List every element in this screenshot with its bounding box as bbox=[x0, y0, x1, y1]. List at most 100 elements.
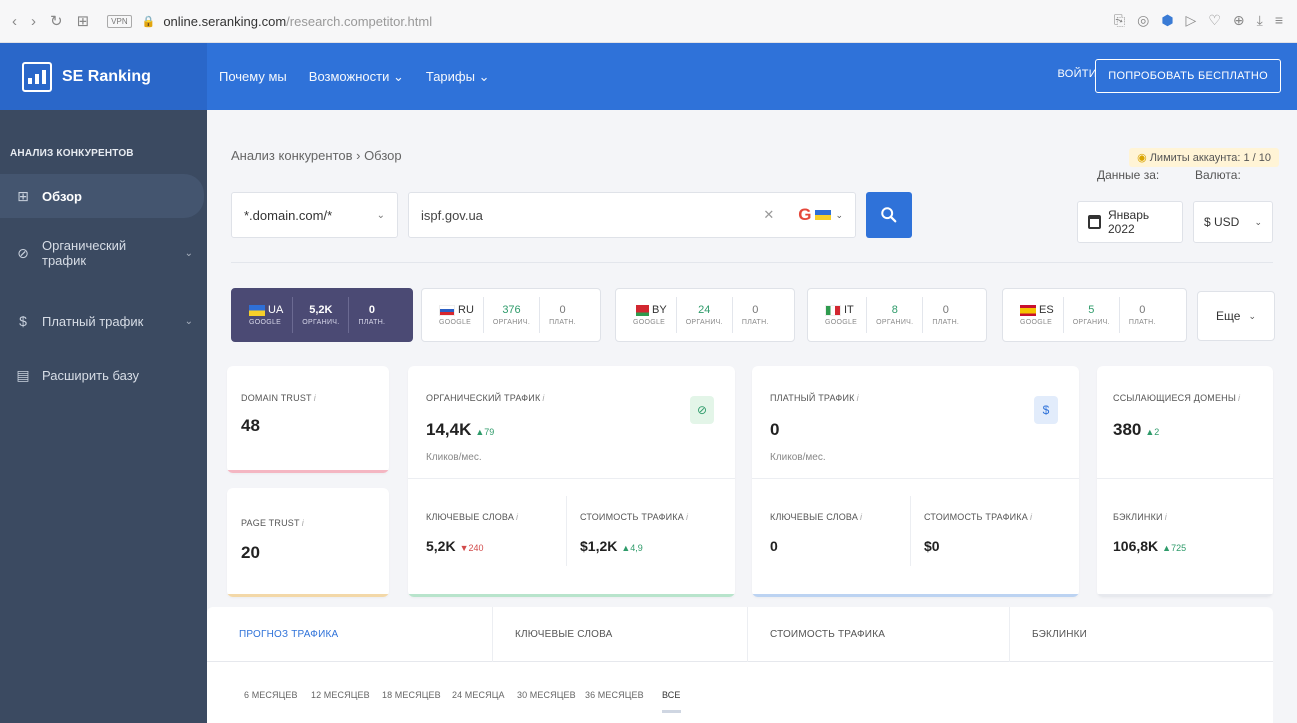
paid-cost-label: СТОИМОСТЬ ТРАФИКА i bbox=[924, 512, 1033, 522]
period-24m[interactable]: 24 МЕСЯЦА bbox=[452, 690, 505, 700]
country-code: RU bbox=[458, 304, 474, 316]
date-picker[interactable]: Январь 2022 bbox=[1077, 201, 1183, 243]
country-code: UA bbox=[268, 304, 284, 316]
page-trust-card: PAGE TRUST i 20 bbox=[227, 488, 389, 597]
tab-backlinks[interactable]: БЭКЛИНКИ bbox=[1010, 607, 1273, 662]
play-icon[interactable]: ▷ bbox=[1186, 12, 1197, 29]
card-accent-bar bbox=[227, 594, 389, 597]
box-icon[interactable]: ⊕ bbox=[1233, 12, 1245, 29]
account-limits-badge[interactable]: ◉ Лимиты аккаунта: 1 / 10 bbox=[1129, 148, 1279, 167]
organic-keywords-value: 5,2K ▼240 bbox=[426, 538, 484, 554]
chevron-down-icon: ⌄ bbox=[835, 209, 843, 220]
vpn-badge[interactable]: VPN bbox=[107, 14, 132, 28]
top-nav: SE Ranking Почему мы Возможности ⌄ Тариф… bbox=[0, 43, 1297, 110]
calendar-icon bbox=[1088, 215, 1101, 229]
paid-label: ПЛАТН. bbox=[549, 319, 576, 326]
country-code: ES bbox=[1039, 304, 1054, 316]
organic-label: ОРГАНИЧ. bbox=[492, 319, 531, 326]
country-tab-es[interactable]: ES GOOGLE 5 ОРГАНИЧ. 0 ПЛАТН. bbox=[1002, 288, 1187, 342]
forward-icon[interactable]: › bbox=[31, 14, 36, 29]
country-tab-it[interactable]: IT GOOGLE 8 ОРГАНИЧ. 0 ПЛАТН. bbox=[807, 288, 987, 342]
organic-count: 8 bbox=[891, 304, 898, 316]
divider bbox=[566, 496, 567, 566]
country-tab-ua[interactable]: UA GOOGLE 5,2K ОРГАНИЧ. 0 ПЛАТН. bbox=[231, 288, 413, 342]
currency-label: Валюта: bbox=[1195, 168, 1241, 182]
flag-ua-icon bbox=[815, 210, 832, 220]
divider bbox=[752, 478, 1079, 479]
address-bar[interactable]: online.seranking.com/research.competitor… bbox=[163, 14, 432, 29]
sidebar-item-paid[interactable]: $ Платный трафик ⌄ bbox=[0, 306, 207, 336]
download-icon[interactable]: ⤓ bbox=[1257, 12, 1263, 29]
engine-label: GOOGLE bbox=[439, 319, 472, 326]
currency-select[interactable]: $ USD ⌄ bbox=[1193, 201, 1273, 243]
organic-count: 5 bbox=[1088, 304, 1095, 316]
tabs-grid-icon[interactable]: ⊞ bbox=[77, 14, 90, 29]
sidebar-item-organic[interactable]: ⊘ Органический трафик ⌄ bbox=[0, 228, 207, 278]
period-18m[interactable]: 18 МЕСЯЦЕВ bbox=[382, 690, 441, 700]
bookmark-icon[interactable]: ⎘ bbox=[1114, 12, 1125, 29]
period-all[interactable]: ВСЕ bbox=[662, 690, 681, 713]
dollar-icon: $ bbox=[1034, 396, 1058, 424]
chart-tabs: ПРОГНОЗ ТРАФИКА КЛЮЧЕВЫЕ СЛОВА СТОИМОСТЬ… bbox=[207, 607, 1273, 662]
engine-label: GOOGLE bbox=[633, 319, 666, 326]
domain-search-field[interactable]: ✕ G ⌄ bbox=[408, 192, 856, 238]
country-tab-by[interactable]: BY GOOGLE 24 ОРГАНИЧ. 0 ПЛАТН. bbox=[615, 288, 795, 342]
organic-cost-label: СТОИМОСТЬ ТРАФИКА i bbox=[580, 512, 689, 522]
leaf-icon: ⊘ bbox=[690, 396, 714, 424]
scope-select[interactable]: *.domain.com/* ⌄ bbox=[231, 192, 398, 238]
domain-input[interactable] bbox=[421, 207, 721, 223]
reload-icon[interactable]: ↻ bbox=[50, 14, 63, 29]
sidebar: АНАЛИЗ КОНКУРЕНТОВ ⊞ Обзор ⊘ Органически… bbox=[0, 110, 207, 723]
period-6m[interactable]: 6 МЕСЯЦЕВ bbox=[244, 690, 298, 700]
search-button[interactable] bbox=[866, 192, 912, 238]
card-accent-bar bbox=[1097, 594, 1273, 597]
paid-count: 0 bbox=[559, 304, 566, 316]
more-countries-button[interactable]: Еще ⌄ bbox=[1197, 291, 1275, 341]
date-value: Январь 2022 bbox=[1108, 208, 1150, 236]
organic-label: ОРГАНИЧ. bbox=[876, 319, 914, 326]
back-icon[interactable]: ‹ bbox=[12, 14, 17, 29]
period-30m[interactable]: 30 МЕСЯЦЕВ bbox=[517, 690, 576, 700]
period-12m[interactable]: 12 МЕСЯЦЕВ bbox=[311, 690, 370, 700]
backlinks-label: БЭКЛИНКИ i bbox=[1113, 512, 1167, 522]
domain-trust-label: DOMAIN TRUST i bbox=[241, 393, 316, 403]
tab-keywords[interactable]: КЛЮЧЕВЫЕ СЛОВА bbox=[493, 607, 748, 662]
flag-es-icon bbox=[1020, 304, 1036, 316]
tab-traffic-forecast[interactable]: ПРОГНОЗ ТРАФИКА bbox=[207, 607, 493, 662]
period-36m[interactable]: 36 МЕСЯЦЕВ bbox=[585, 690, 644, 700]
page-trust-label: PAGE TRUST i bbox=[241, 518, 304, 528]
paid-count: 0 bbox=[752, 304, 759, 316]
organic-count: 24 bbox=[698, 304, 711, 316]
search-engine-select[interactable]: G ⌄ bbox=[788, 205, 843, 225]
menu-icon[interactable]: ≡ bbox=[1275, 12, 1283, 29]
brand-name: SE Ranking bbox=[62, 67, 151, 85]
chevron-down-icon: ⌄ bbox=[1248, 310, 1256, 321]
chevron-down-icon: ⌄ bbox=[376, 209, 385, 221]
tab-traffic-cost[interactable]: СТОИМОСТЬ ТРАФИКА bbox=[748, 607, 1010, 662]
sidebar-item-overview[interactable]: ⊞ Обзор bbox=[0, 174, 204, 218]
country-tab-ru[interactable]: RU GOOGLE 376 ОРГАНИЧ. 0 ПЛАТН. bbox=[421, 288, 601, 342]
shield-icon[interactable]: ⬢ bbox=[1161, 12, 1173, 29]
chevron-down-icon: ⌄ bbox=[184, 315, 193, 327]
organic-count: 376 bbox=[502, 304, 521, 316]
organic-traffic-card: ОРГАНИЧЕСКИЙ ТРАФИК i ⊘ 14,4K ▲79 Кликов/м… bbox=[408, 366, 735, 597]
referring-domains-card: ССЫЛАЮЩИЕСЯ ДОМЕНЫ i 380 ▲2 БЭКЛИНКИ i 106,… bbox=[1097, 366, 1273, 597]
camera-icon[interactable]: ◎ bbox=[1137, 12, 1149, 29]
sidebar-item-expand-db[interactable]: ▤ Расширить базу bbox=[0, 360, 207, 390]
breadcrumb[interactable]: Анализ конкурентов › Обзор bbox=[231, 148, 402, 163]
nav-pricing[interactable]: Тарифы ⌄ bbox=[426, 69, 490, 85]
heart-icon[interactable]: ♡ bbox=[1208, 12, 1221, 29]
engine-label: GOOGLE bbox=[249, 319, 282, 326]
brand-logo[interactable]: SE Ranking bbox=[0, 43, 207, 110]
login-link[interactable]: ВОЙТИ bbox=[1057, 68, 1097, 80]
url-host: online.seranking.com bbox=[163, 13, 287, 29]
nav-why-us[interactable]: Почему мы bbox=[219, 69, 287, 85]
paid-count: 0 bbox=[1139, 304, 1146, 316]
sidebar-item-label: Органический трафик bbox=[42, 238, 127, 268]
card-accent-bar bbox=[227, 470, 389, 473]
more-label: Еще bbox=[1216, 309, 1241, 323]
database-icon: ▤ bbox=[16, 366, 30, 383]
try-free-button[interactable]: ПОПРОБОВАТЬ БЕСПЛАТНО bbox=[1095, 59, 1281, 93]
clear-icon[interactable]: ✕ bbox=[763, 207, 774, 223]
nav-features[interactable]: Возможности ⌄ bbox=[309, 69, 404, 85]
